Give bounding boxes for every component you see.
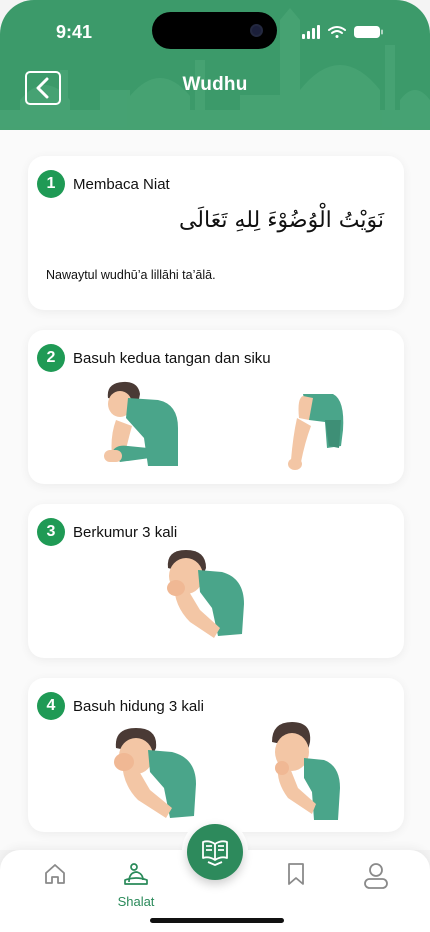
wash-hands-illustration-1 — [104, 381, 178, 466]
quran-icon — [202, 840, 228, 866]
nav-home[interactable] — [25, 862, 85, 891]
nav-profile[interactable] — [346, 862, 406, 895]
status-time: 9:41 — [56, 22, 93, 42]
niat-arabic-text: نَوَيْتُ الْوُضُوْءَ لِلهِ تَعَالَى — [178, 208, 384, 233]
step-number: 4 — [37, 692, 65, 720]
step-header: 4 Basuh hidung 3 kali — [37, 692, 204, 720]
bookmark-icon — [288, 863, 304, 885]
wifi-icon — [328, 26, 346, 38]
step-card-4: 4 Basuh hidung 3 kali — [28, 678, 404, 832]
steps-list[interactable]: 1 Membaca Niat نَوَيْتُ الْوُضُوْءَ لِله… — [0, 130, 430, 850]
step-header: 2 Basuh kedua tangan dan siku — [37, 344, 271, 372]
signal-icon — [302, 25, 320, 39]
step-title: Basuh hidung 3 kali — [73, 697, 204, 715]
status-icons — [302, 25, 384, 39]
dynamic-island — [152, 12, 277, 49]
home-icon — [45, 864, 65, 884]
shalat-icon — [124, 863, 148, 885]
step-card-3: 3 Berkumur 3 kali — [28, 504, 404, 658]
step-card-2: 2 Basuh kedua tangan dan siku — [28, 330, 404, 484]
quran-button[interactable] — [187, 824, 243, 880]
nav-bookmark[interactable] — [266, 862, 326, 891]
step-title: Berkumur 3 kali — [73, 523, 178, 541]
home-indicator — [150, 918, 284, 923]
wash-hands-illustration-2 — [288, 394, 344, 470]
nav-shalat[interactable]: Shalat — [106, 862, 166, 909]
gargle-illustration — [167, 550, 244, 638]
battery-icon — [354, 26, 383, 38]
step-title: Membaca Niat — [73, 175, 170, 193]
page-title: Wudhu — [182, 74, 248, 95]
nose-wash-illustration-2 — [272, 722, 340, 820]
status-bar: 9:41 — [0, 0, 430, 60]
niat-latin-text: Nawaytul wudhū’a lillāhi ta’ālā. — [46, 268, 216, 282]
nose-wash-illustration-1 — [114, 728, 196, 818]
nav-label: Shalat — [117, 894, 155, 909]
step-card-1: 1 Membaca Niat نَوَيْتُ الْوُضُوْءَ لِله… — [28, 156, 404, 310]
step-header: 1 Membaca Niat — [37, 170, 170, 198]
camera-icon — [250, 24, 263, 37]
step-title: Basuh kedua tangan dan siku — [73, 349, 271, 367]
step-number: 3 — [37, 518, 65, 546]
profile-icon — [364, 863, 388, 889]
step-number: 1 — [37, 170, 65, 198]
step-number: 2 — [37, 344, 65, 372]
step-header: 3 Berkumur 3 kali — [37, 518, 177, 546]
app-header: 9:41 Wudhu — [0, 0, 430, 130]
